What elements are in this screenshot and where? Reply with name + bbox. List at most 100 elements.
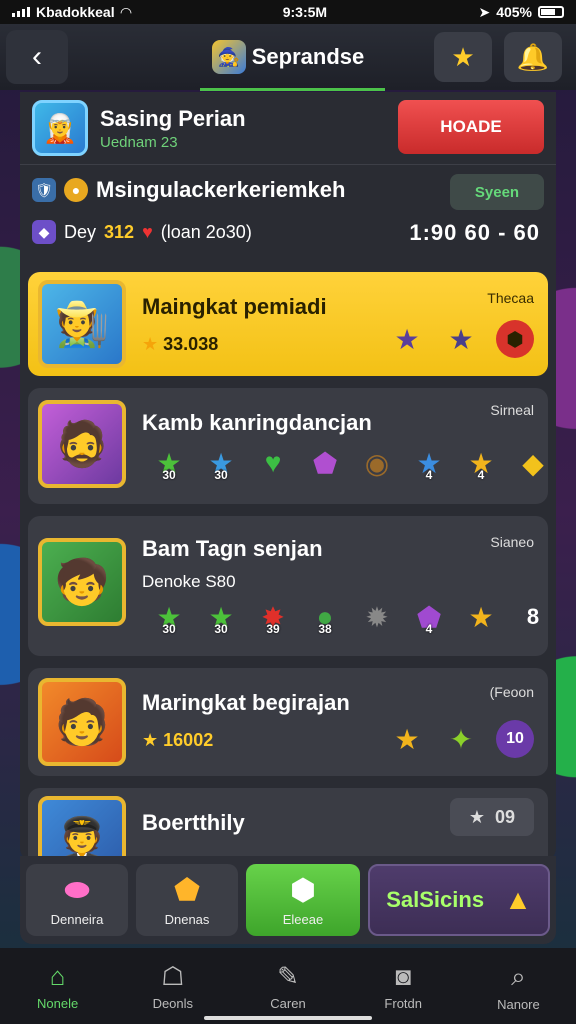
gold-diamond-icon[interactable]: ◆: [514, 444, 552, 482]
hero-portrait: 🧔: [38, 400, 126, 488]
gold-star-icon[interactable]: ★: [462, 598, 500, 636]
green-chest-icon[interactable]: ✦: [442, 720, 480, 758]
card-title: Boertthily: [142, 810, 245, 835]
favorites-button[interactable]: ★: [434, 32, 492, 82]
nav-deonls[interactable]: ☖ Deonls: [115, 948, 230, 1024]
card-tag: Sianeo: [490, 534, 534, 550]
divider: [20, 164, 556, 165]
player-name: Sasing Perian: [100, 105, 246, 131]
level-card[interactable]: 🧔 Kamb kanringdancjan Sirneal ★ 30 ★ 30 ♥ …: [28, 388, 548, 504]
level-card[interactable]: 🧒 Bam Tagn senjan Sianeo Denoke S80 ★ 30 …: [28, 516, 548, 656]
blue-star-icon[interactable]: ★ 4: [410, 444, 448, 483]
carrier-name: Kbadokkeal: [36, 4, 115, 20]
icon-count: 30: [162, 622, 176, 636]
card-score: ★ 16002: [142, 730, 213, 751]
card-title: Maringkat begirajan: [142, 690, 350, 715]
label-dey: Dey: [64, 221, 97, 242]
star-icon: ★: [142, 334, 159, 354]
player-avatar[interactable]: 🧝: [32, 100, 88, 156]
bell-icon: 🔔: [516, 41, 550, 72]
nav-caren[interactable]: ✎ Caren: [230, 948, 345, 1024]
icon-count: 4: [425, 622, 433, 636]
value-dey: 312: [104, 221, 135, 242]
red-star-icon[interactable]: ✸ 39: [254, 598, 292, 637]
camera-icon: ◙: [395, 961, 412, 991]
gem-icon: ◆: [32, 220, 56, 244]
rating-pill[interactable]: ★ 09: [450, 798, 534, 836]
potion-icon[interactable]: ⬟ 4: [410, 598, 448, 637]
header-progress-line: [200, 88, 385, 91]
level-badge[interactable]: 10: [496, 720, 534, 758]
star-icon: ★: [451, 41, 475, 72]
nav-search[interactable]: ⌕ Nanore: [461, 948, 576, 1024]
level-badge-value: 10: [506, 730, 524, 747]
nav-label: Frotdn: [384, 996, 422, 1011]
level-card[interactable]: 🧑 Maringkat begirajan (Feoon ★ 16002 ★ ✦…: [28, 668, 548, 776]
card-subtitle: Denoke S80: [142, 572, 236, 591]
purple-gem-icon[interactable]: ⬟: [306, 444, 344, 482]
home-indicator: [204, 1016, 372, 1020]
status-bar: Kbadokkeal ◠ 9:3:5M ➤ 405%: [0, 0, 576, 24]
shield-icon: 🛡: [32, 178, 56, 202]
spaceship-icon: ▲: [504, 884, 532, 915]
eleeae-button[interactable]: ⬢ Eleeae: [246, 864, 360, 936]
icon-count: 30: [162, 468, 176, 482]
blue-star-icon[interactable]: ★ 30: [202, 444, 240, 483]
rating-value: 09: [495, 806, 516, 827]
green-star-icon[interactable]: ★ 30: [150, 598, 188, 637]
denneira-button[interactable]: ⬬ Denneira: [26, 864, 128, 936]
notifications-button[interactable]: 🔔: [504, 32, 562, 82]
nav-home[interactable]: ⌂ Nonele: [0, 948, 115, 1024]
card-score-value: 16002: [163, 730, 214, 750]
info-section: 🛡 ● Msingulackerkeriemkeh Syeen ◆ Dey 31…: [32, 170, 544, 260]
edit-icon: ✎: [277, 961, 299, 991]
signal-icon: [12, 7, 30, 17]
treasure-icon: ⬟: [173, 874, 201, 907]
nav-label: Nanore: [497, 996, 540, 1012]
purple-star-icon[interactable]: ★: [388, 320, 426, 358]
action-bar: ⬬ Denneira ⬟ Dnenas ⬢ Eleeae SalSicins ▲: [20, 856, 556, 944]
action-label: Eleeae: [282, 912, 324, 927]
hero-portrait: 🧑‍✈️: [38, 796, 126, 862]
player-subtitle: Uednam 23: [100, 133, 178, 151]
star-icon: ★: [468, 806, 486, 827]
hero-portrait: 🧑‍🌾: [38, 280, 126, 368]
green-gem-icon[interactable]: ♥: [254, 444, 292, 482]
card-tag: (Feoon: [489, 684, 534, 700]
icon-count: 39: [266, 622, 280, 636]
green-star-icon[interactable]: ★ 30: [202, 598, 240, 637]
hoade-button[interactable]: HOADE: [398, 100, 544, 154]
salsicins-button[interactable]: SalSicins ▲: [368, 864, 550, 936]
gold-star-icon[interactable]: ★: [388, 720, 426, 758]
clock: 9:3:5M: [282, 4, 328, 20]
bomb-icon[interactable]: ✹: [358, 598, 396, 636]
level-card[interactable]: 🧑‍✈️ Boertthily ★ 09: [28, 788, 548, 862]
card-tag: Sirneal: [490, 402, 534, 418]
card-score: ★ 33.038: [142, 334, 218, 355]
red-badge-icon[interactable]: ⬢: [496, 320, 534, 358]
barrel-icon[interactable]: ◉: [358, 444, 396, 482]
nav-label: Caren: [270, 996, 306, 1011]
green-bird-icon[interactable]: ● 38: [306, 598, 344, 636]
card-title: Kamb kanringdancjan: [142, 410, 372, 435]
gold-star-icon[interactable]: ★ 4: [462, 444, 500, 483]
nav-frotdn[interactable]: ◙ Frotdn: [346, 948, 461, 1024]
syeen-button[interactable]: Syeen: [450, 174, 544, 210]
card-tag: Thecaa: [487, 290, 534, 306]
card-score-value: 33.038: [163, 334, 219, 354]
info-title: Msingulackerkeriemkeh: [96, 177, 346, 202]
star-icon: ★: [142, 730, 159, 750]
purple-star-icon[interactable]: ★: [442, 320, 480, 358]
heart-icon: ♥: [142, 221, 153, 242]
dnenas-button[interactable]: ⬟ Dnenas: [136, 864, 238, 936]
main-panel: 🧝 Sasing Perian Uednam 23 HOADE 🛡 ● Msin…: [20, 92, 556, 862]
profile-header: 🧝 Sasing Perian Uednam 23 HOADE: [32, 98, 544, 158]
location-icon: ➤: [478, 3, 491, 20]
wifi-icon: ◠: [120, 3, 132, 20]
top-bar: ‹ 🧙 Seprandse ★ 🔔: [0, 24, 576, 90]
back-button[interactable]: ‹: [6, 30, 68, 84]
green-star-icon[interactable]: ★ 30: [150, 444, 188, 483]
candy-icon: ⬬: [64, 873, 90, 907]
level-card[interactable]: 🧑‍🌾 Maingkat pemiadi Thecaa ★ 33.038 ★ ★…: [28, 272, 548, 376]
icon-count: 4: [477, 468, 485, 482]
